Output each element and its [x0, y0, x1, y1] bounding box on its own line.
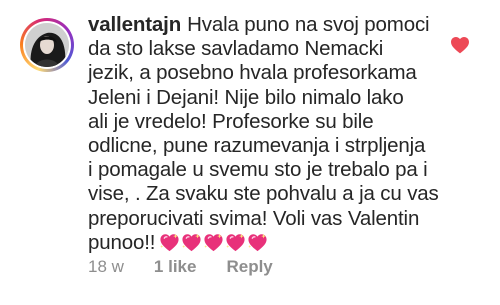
- like-count[interactable]: 1 like: [154, 257, 197, 276]
- sparkling-heart-icon: [159, 233, 180, 252]
- comment-line-9: preporucivati svima! Voli vas Valentin: [88, 206, 420, 230]
- comment-line-6: odlicne, pune razumevanja i strpljenja: [88, 134, 426, 158]
- comment-meta: 18 w 1 like Reply: [88, 257, 273, 277]
- comment-line-7: i pomagale u svemu sto je trebalo pa i: [88, 158, 428, 182]
- comment-line-1: vallentajn Hvala puno na svoj pomoci: [88, 13, 430, 36]
- comment-line-2: da sto lakse savladamo Nemacki: [88, 37, 384, 61]
- sparkling-heart-icon: [181, 233, 202, 252]
- comment-timestamp[interactable]: 18 w: [88, 257, 124, 276]
- comment-line-8: vise, . Za svaku ste pohvalu a ja cu vas: [88, 182, 439, 206]
- sparkling-heart-emojis: [159, 233, 269, 258]
- avatar[interactable]: [25, 23, 69, 67]
- comment-line-10: punoo!!: [88, 231, 438, 258]
- comment-line-4: Jeleni i Dejani! Nije bilo nimalo lako: [88, 85, 404, 109]
- sparkling-heart-icon: [247, 233, 268, 252]
- comment-line-3: jezik, a posebno hvala profesorkama: [88, 61, 417, 85]
- avatar-story-ring[interactable]: [20, 18, 74, 72]
- heart-icon: [451, 36, 469, 54]
- reply-button[interactable]: Reply: [226, 257, 272, 276]
- sparkling-heart-icon: [225, 233, 246, 252]
- comment: vallentajn Hvala puno na svoj pomoci da s…: [0, 0, 500, 305]
- like-button[interactable]: [450, 36, 470, 54]
- sparkling-heart-icon: [203, 233, 224, 252]
- profile-photo-icon: [25, 23, 69, 67]
- comment-line-5: ali je vredelo! Profesorke su bile: [88, 109, 374, 133]
- username-link[interactable]: vallentajn: [88, 13, 181, 36]
- comment-text: vallentajn Hvala puno na svoj pomoci da s…: [88, 13, 439, 258]
